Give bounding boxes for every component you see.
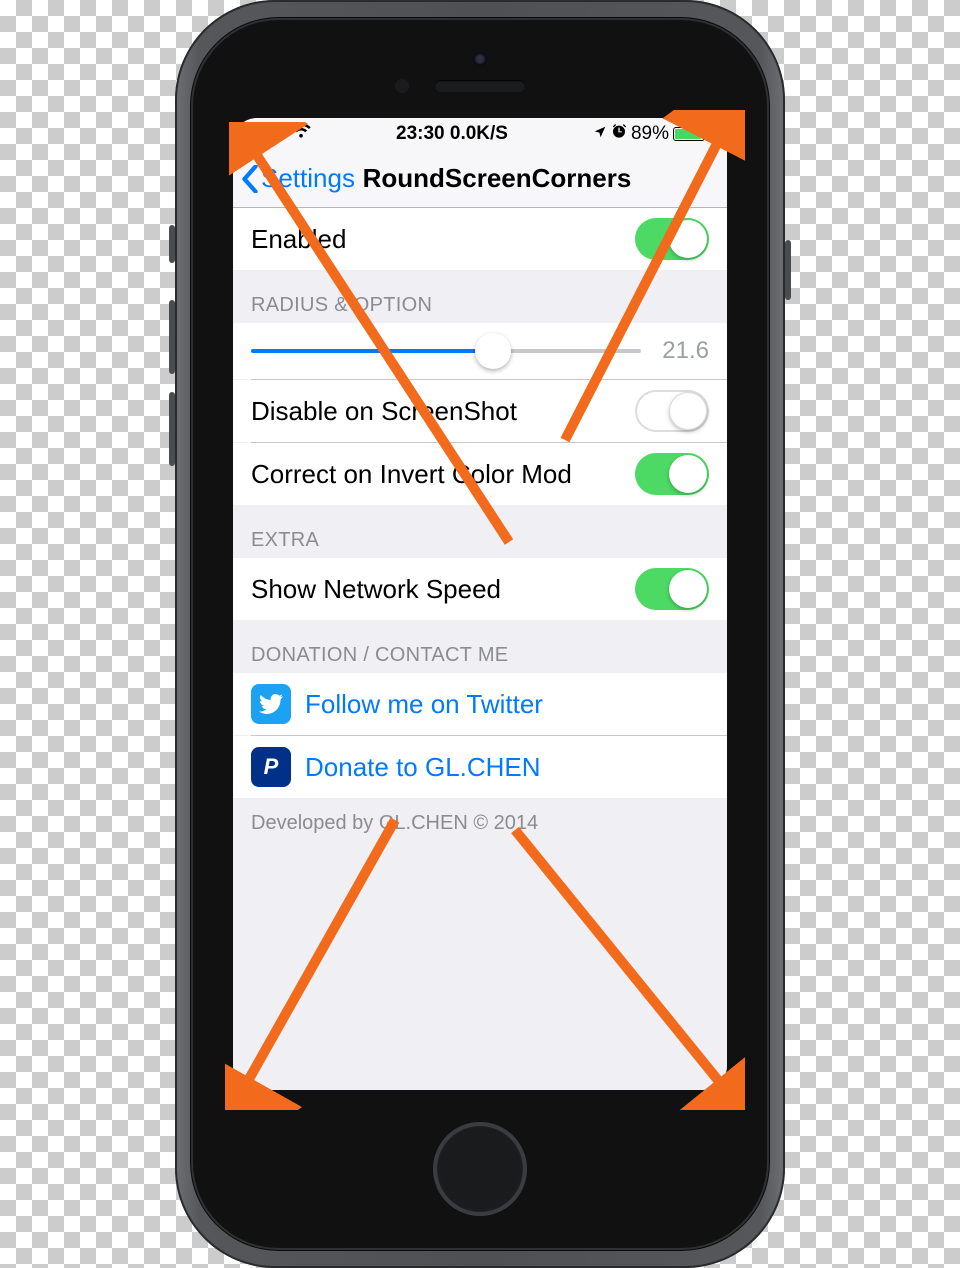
phone-body: 23:30 0.0K/S 89% [175,0,785,1268]
invert-color-toggle[interactable] [635,453,709,495]
invert-color-label: Correct on Invert Color Mod [251,459,635,490]
donate-link-label: Donate to GL.CHEN [305,752,541,783]
enabled-toggle[interactable] [635,218,709,260]
proximity-sensor [395,79,409,93]
mute-switch [169,225,175,263]
enabled-label: Enabled [251,224,635,255]
alarm-icon [611,123,627,145]
power-button [785,240,791,300]
battery-icon [673,127,705,141]
volume-down-button [169,392,175,466]
front-camera [473,52,487,66]
navigation-bar: Settings RoundScreenCorners [233,150,727,208]
phone-bezel: 23:30 0.0K/S 89% [191,18,769,1250]
disable-screenshot-toggle[interactable] [635,390,709,432]
enabled-cell: Enabled [233,208,727,270]
screen: 23:30 0.0K/S 89% [233,118,727,1090]
paypal-icon: P [251,747,291,787]
chevron-left-icon [241,165,259,193]
disable-screenshot-cell: Disable on ScreenShot [233,380,727,442]
radius-slider[interactable] [251,349,641,353]
signal-dots-icon [241,123,281,145]
battery-percent: 89% [631,123,669,145]
charging-icon [709,123,719,145]
volume-up-button [169,300,175,374]
home-button[interactable] [433,1122,527,1216]
radius-section-header: RADIUS & OPTION [233,270,727,323]
donation-section-header: DONATION / CONTACT ME [233,620,727,673]
radius-slider-cell: 21.6 [233,323,727,379]
earpiece-speaker [435,80,525,92]
radius-value: 21.6 [655,337,709,365]
network-speed-label: Show Network Speed [251,574,635,605]
twitter-link-label: Follow me on Twitter [305,689,543,720]
status-time-speed: 23:30 0.0K/S [311,123,593,145]
wifi-icon [291,123,311,145]
developer-footer: Developed by GL.CHEN © 2014 [233,798,727,835]
status-bar: 23:30 0.0K/S 89% [233,118,727,150]
network-speed-cell: Show Network Speed [233,558,727,620]
page-title: RoundScreenCorners [275,163,719,194]
disable-screenshot-label: Disable on ScreenShot [251,396,635,427]
twitter-link-cell[interactable]: Follow me on Twitter [233,673,727,735]
donate-link-cell[interactable]: P Donate to GL.CHEN [233,736,727,798]
network-speed-toggle[interactable] [635,568,709,610]
extra-section-header: EXTRA [233,505,727,558]
twitter-icon [251,684,291,724]
location-icon [593,123,607,145]
invert-color-cell: Correct on Invert Color Mod [233,443,727,505]
